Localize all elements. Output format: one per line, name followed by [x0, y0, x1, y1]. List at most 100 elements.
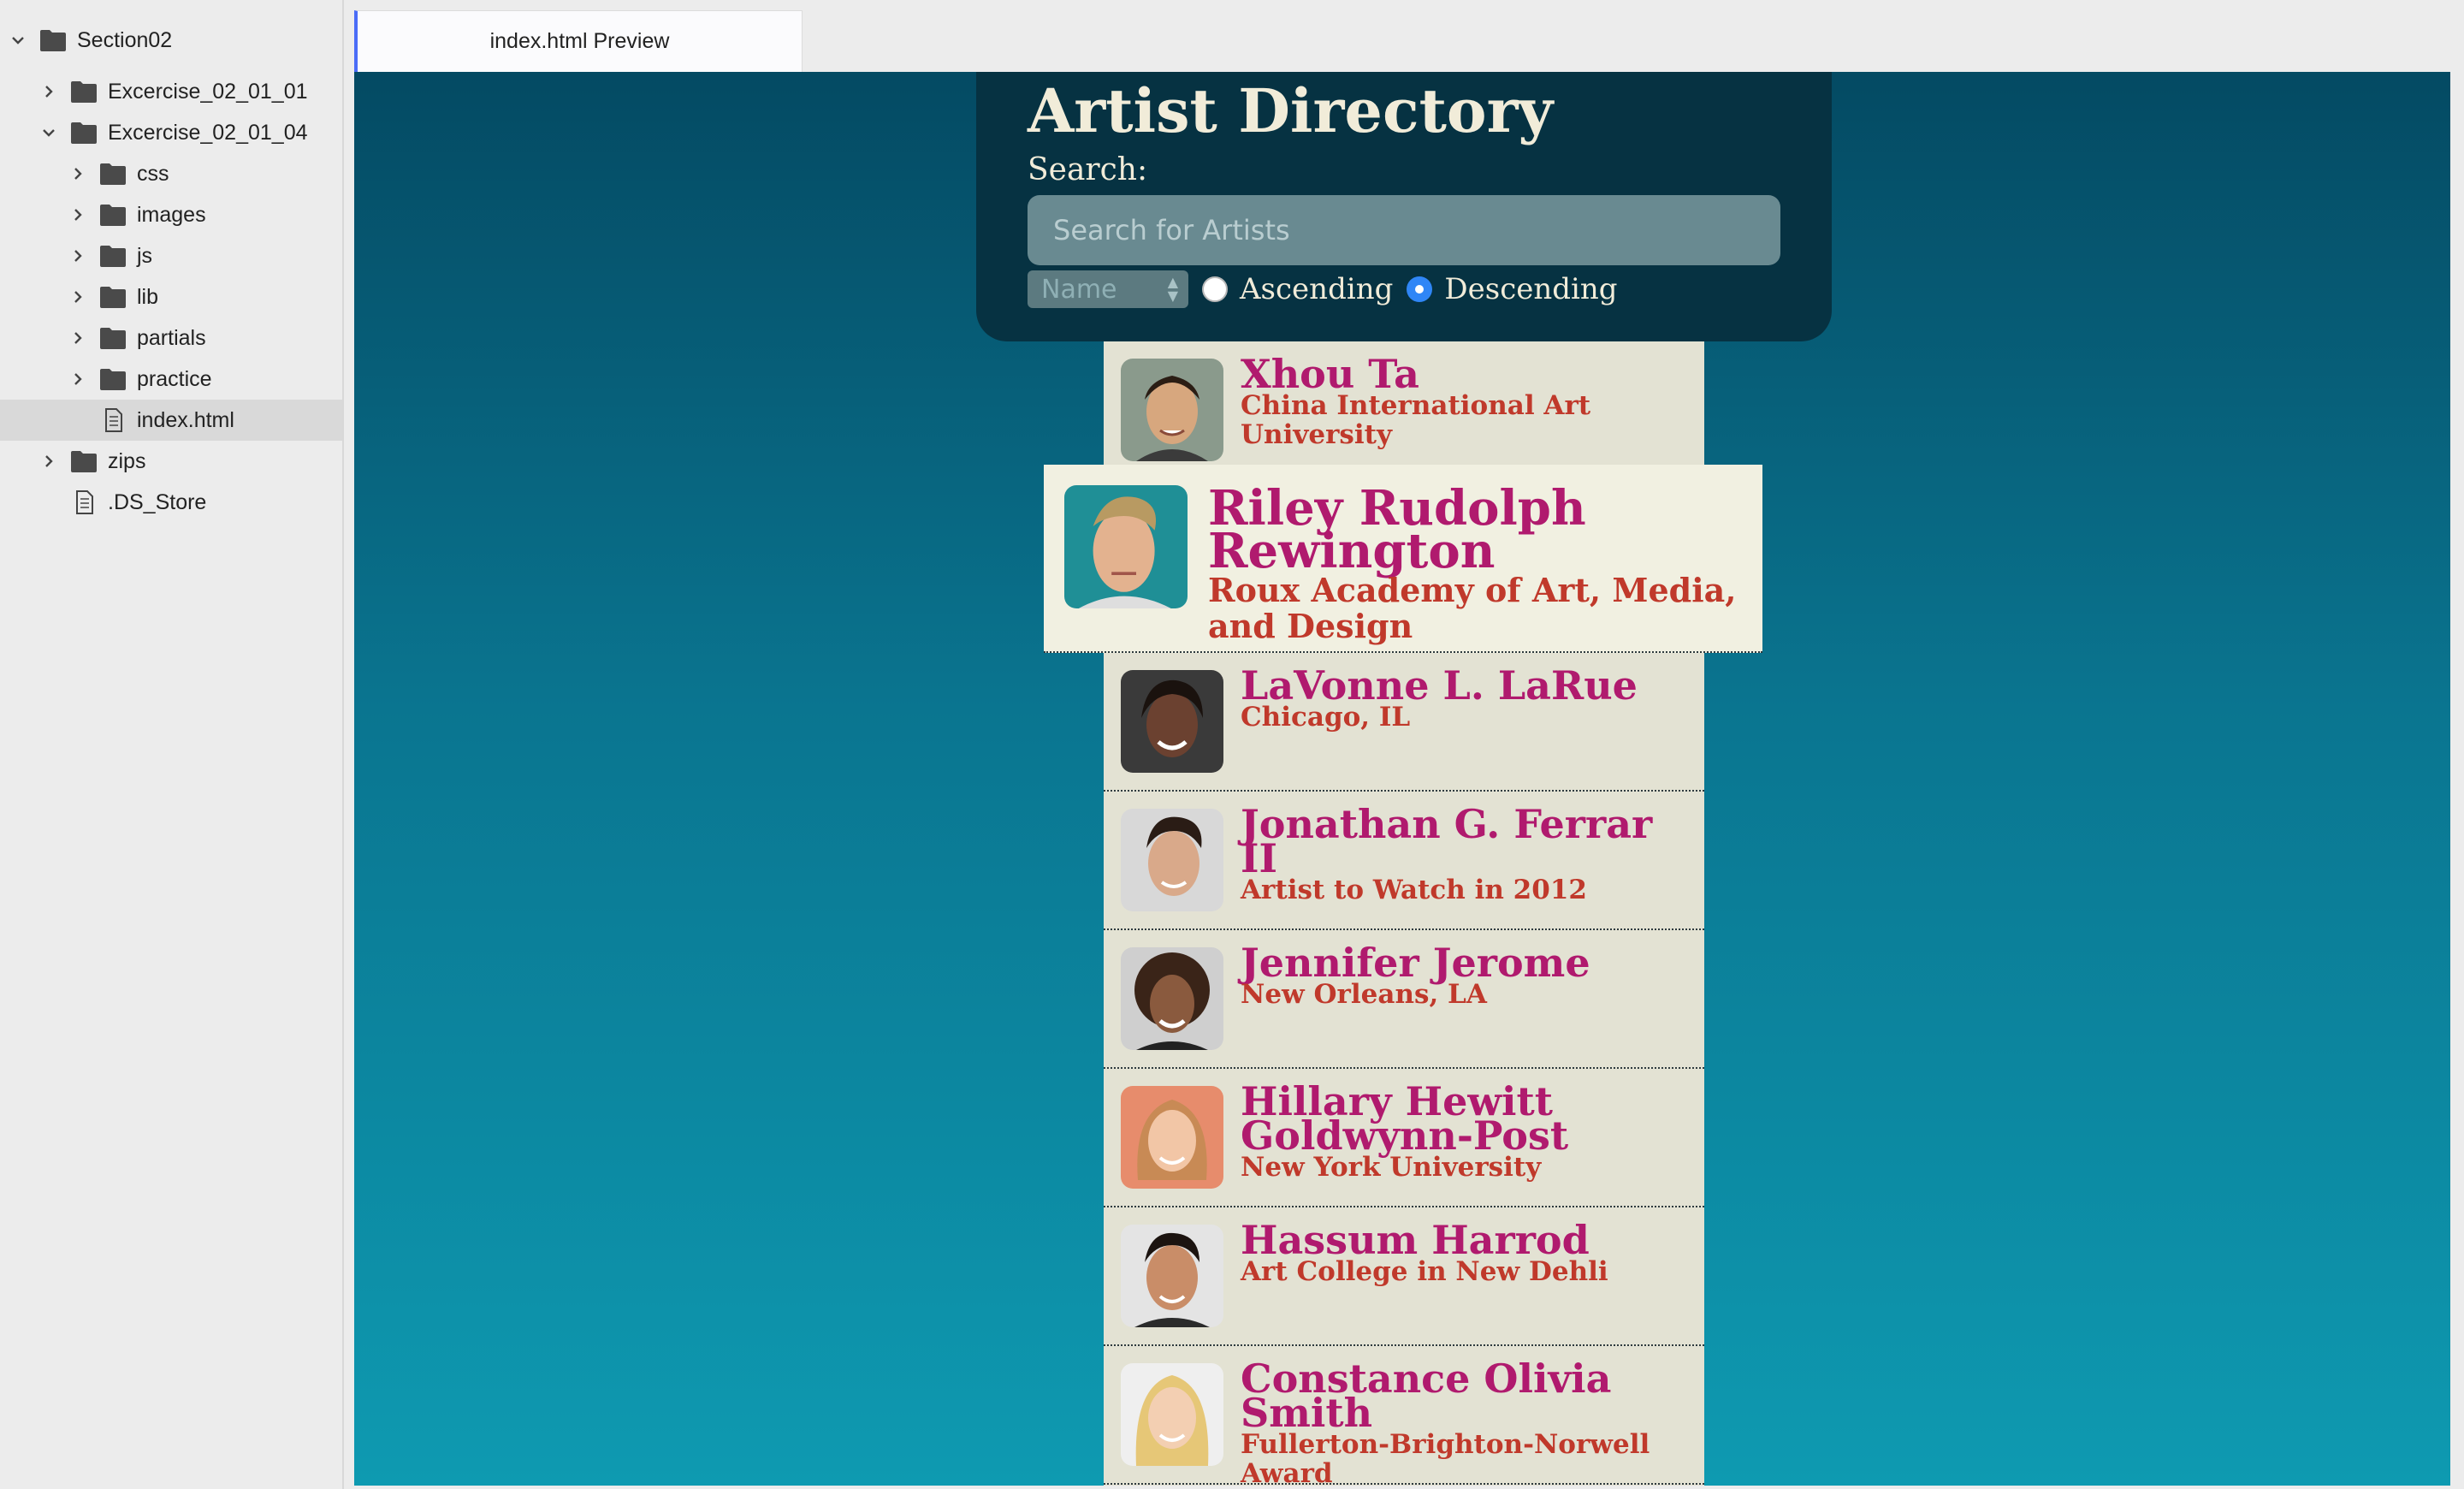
ascending-radio[interactable] [1202, 276, 1228, 302]
descending-label[interactable]: Descending [1444, 272, 1617, 306]
folder-icon [99, 326, 127, 350]
file-icon [70, 490, 98, 514]
tree-item-label: images [137, 202, 206, 227]
artist-reknown: Fullerton-Brighton-Norwell Award [1241, 1429, 1650, 1486]
tree-item-label: Section02 [77, 27, 173, 52]
artist-photo [1121, 809, 1223, 911]
tree-item-label: zips [108, 448, 146, 473]
chevron-right-icon[interactable] [41, 84, 56, 99]
artist-item[interactable]: Hillary Hewitt Goldwynn-Post New York Un… [1104, 1069, 1704, 1207]
artist-name: Jennifer Jerome [1241, 940, 1590, 986]
chevron-right-icon[interactable] [70, 207, 86, 222]
tree-item-label: lib [137, 284, 159, 309]
artist-text: Constance Olivia Smith Fullerton-Brighto… [1241, 1356, 1685, 1486]
chevron-right-icon[interactable] [70, 330, 86, 346]
tree-item-label: index.html [137, 407, 234, 432]
artist-item[interactable]: Jennifer Jerome New Orleans, LA [1104, 930, 1704, 1069]
artist-item[interactable]: LaVonne L. LaRue Chicago, IL [1104, 653, 1704, 792]
artist-name: Jonathan G. Ferrar II [1241, 801, 1653, 881]
tree-item-label: partials [137, 325, 206, 350]
tree-item-label: practice [137, 366, 212, 391]
artist-item-featured[interactable]: Riley Rudolph Rewington Roux Academy of … [1044, 465, 1762, 653]
tree-item-index-html[interactable]: index.html [0, 400, 342, 441]
folder-icon [99, 162, 127, 186]
artist-photo [1121, 670, 1223, 773]
chevron-right-icon[interactable] [70, 371, 86, 387]
artist-item[interactable]: Xhou Ta China International Art Universi… [1104, 341, 1704, 480]
sort-field-value: Name [1041, 274, 1117, 305]
artist-text: Jonathan G. Ferrar II Artist to Watch in… [1241, 801, 1685, 905]
artist-reknown: Art College in New Dehli [1241, 1256, 1608, 1287]
folder-icon [99, 285, 127, 309]
artist-name: Constance Olivia Smith [1241, 1356, 1612, 1436]
tree-item-ds-store[interactable]: .DS_Store [0, 482, 342, 523]
artist-item[interactable]: Hassum Harrod Art College in New Dehli [1104, 1207, 1704, 1346]
artist-reknown: Roux Academy of Art, Media, and Design [1208, 571, 1737, 645]
artist-reknown: New York University [1241, 1152, 1542, 1183]
artist-text: Hassum Harrod Art College in New Dehli [1241, 1217, 1685, 1287]
artist-name: Xhou Ta [1241, 351, 1419, 397]
tree-item-label: js [137, 243, 153, 268]
tab-index-html-preview[interactable]: index.html Preview [354, 10, 803, 72]
artist-name: LaVonne L. LaRue [1241, 662, 1638, 709]
artist-item[interactable]: Constance Olivia Smith Fullerton-Brighto… [1104, 1346, 1704, 1486]
chevron-right-icon[interactable] [70, 289, 86, 305]
tree-item-excercise-02-01-01[interactable]: Excercise_02_01_01 [0, 71, 342, 112]
folder-icon [99, 203, 127, 227]
page-title: Artist Directory [1028, 75, 1554, 146]
artist-photo [1121, 1225, 1223, 1327]
tab-bar: index.html Preview [346, 0, 2464, 72]
tree-item-images[interactable]: images [0, 194, 342, 235]
tree-item-label: css [137, 161, 169, 186]
artist-reknown: New Orleans, LA [1241, 979, 1487, 1010]
descending-radio[interactable] [1407, 276, 1433, 302]
sort-field-select[interactable]: Name ▲ ▼ [1028, 270, 1188, 308]
tree-item-js[interactable]: js [0, 235, 342, 276]
tree-item-section02[interactable]: Section02 [0, 20, 342, 61]
search-input[interactable] [1028, 195, 1780, 265]
folder-icon [70, 121, 98, 145]
chevron-down-icon[interactable] [41, 125, 56, 140]
tree-item-lib[interactable]: lib [0, 276, 342, 317]
tree-item-css[interactable]: css [0, 153, 342, 194]
artist-item[interactable]: Jonathan G. Ferrar II Artist to Watch in… [1104, 792, 1704, 930]
artist-photo [1121, 1363, 1223, 1466]
tree-item-zips[interactable]: zips [0, 441, 342, 482]
artist-photo [1121, 947, 1223, 1050]
folder-icon [39, 28, 67, 52]
artist-photo [1121, 1086, 1223, 1189]
artist-text: Hillary Hewitt Goldwynn-Post New York Un… [1241, 1078, 1685, 1183]
artist-text: Riley Rudolph Rewington Roux Academy of … [1208, 480, 1738, 645]
artist-text: Xhou Ta China International Art Universi… [1241, 351, 1685, 450]
artist-text: Jennifer Jerome New Orleans, LA [1241, 940, 1685, 1010]
chevron-right-icon[interactable] [41, 454, 56, 469]
tree-item-label: .DS_Store [108, 489, 207, 514]
file-tree-sidebar: Section02 Excercise_02_01_01 Excercise_0… [0, 0, 344, 1489]
chevron-right-icon[interactable] [70, 166, 86, 181]
ascending-label[interactable]: Ascending [1240, 272, 1393, 306]
select-arrows-icon: ▲ ▼ [1167, 274, 1178, 304]
artist-text: LaVonne L. LaRue Chicago, IL [1241, 662, 1685, 732]
chevron-right-icon[interactable] [70, 248, 86, 264]
file-icon [99, 408, 127, 432]
tree-item-practice[interactable]: practice [0, 359, 342, 400]
artist-photo [1121, 359, 1223, 461]
folder-icon [99, 367, 127, 391]
tree-item-label: Excercise_02_01_01 [108, 79, 308, 104]
folder-icon [99, 244, 127, 268]
search-label: Search: [1028, 152, 1148, 187]
artist-name: Riley Rudolph Rewington [1208, 480, 1586, 579]
artist-photo [1064, 485, 1188, 608]
folder-icon [70, 449, 98, 473]
tree-item-excercise-02-01-04[interactable]: Excercise_02_01_04 [0, 112, 342, 153]
artist-reknown: China International Art University [1241, 390, 1591, 450]
tree-item-label: Excercise_02_01_04 [108, 120, 308, 145]
artist-list: Xhou Ta China International Art Universi… [1044, 341, 1762, 1486]
artist-name: Hillary Hewitt Goldwynn-Post [1241, 1078, 1569, 1159]
tree-item-partials[interactable]: partials [0, 317, 342, 359]
preview-pane: Artist Directory Search: Name ▲▼ Ascendi… [354, 72, 2450, 1486]
chevron-down-icon[interactable] [10, 33, 26, 48]
folder-icon [70, 80, 98, 104]
artist-name: Hassum Harrod [1241, 1217, 1590, 1263]
artist-reknown: Artist to Watch in 2012 [1241, 875, 1587, 905]
